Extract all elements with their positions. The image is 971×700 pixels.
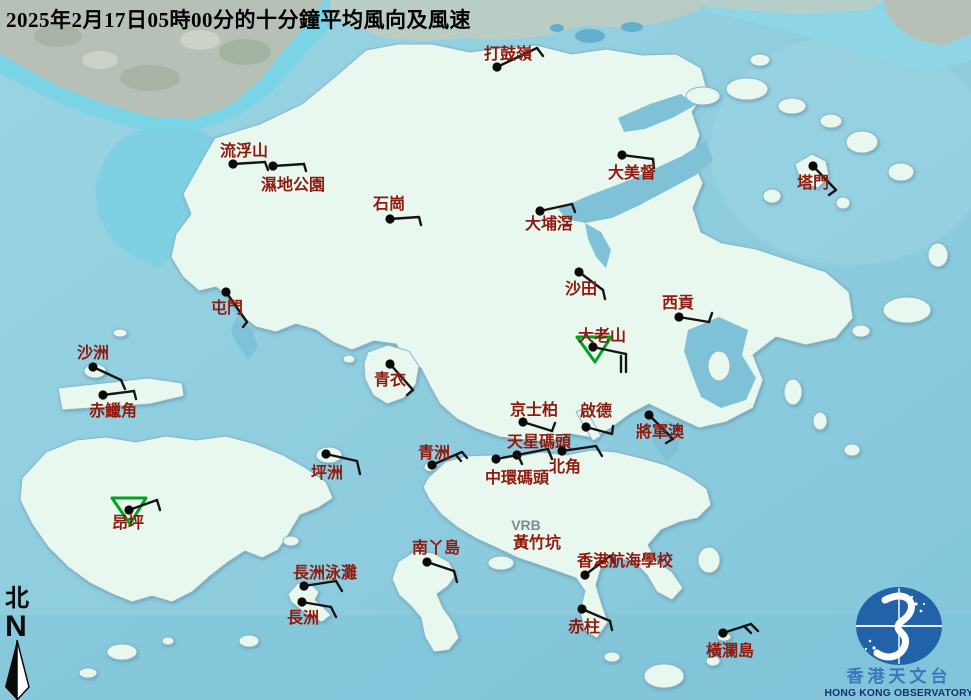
station-label: 昂坪 (112, 514, 144, 532)
islet (820, 114, 842, 128)
lung-kwu-chau (113, 329, 127, 337)
station-label: 大美督 (608, 163, 656, 182)
islet (604, 652, 620, 662)
station-label: 京士柏 (510, 400, 558, 419)
islet (784, 379, 802, 405)
station-label: 沙洲 (77, 344, 109, 362)
station-label: 大埔滘 (525, 214, 573, 233)
station-dot (557, 446, 566, 455)
station-label: 長洲泳灘 (293, 563, 357, 582)
hko-logo-name-en: HONG KONG OBSERVATORY (825, 688, 971, 699)
soko-islands (107, 644, 137, 660)
islet (846, 131, 878, 153)
station-label: 大老山 (578, 326, 626, 345)
station-dot (491, 454, 500, 463)
station-dot (577, 604, 586, 613)
islet (883, 297, 931, 323)
weather-map-screen: 打鼓嶺流浮山濕地公園石崗 大美督塔門大埔滘沙田屯門 西貢大老山沙洲赤鱲角 青衣京士柏 啟… (0, 0, 971, 700)
islet (836, 197, 850, 209)
reservoir (621, 22, 643, 32)
islet (763, 189, 781, 203)
map-title: 2025年2月17日05時00分的十分鐘平均風向及風速 (6, 4, 471, 34)
station-dot (808, 161, 817, 170)
station-dot (221, 287, 230, 296)
wind-barb (612, 426, 613, 434)
station-label: 赤鱲角 (89, 401, 137, 420)
station-label: 黃竹坑 (512, 533, 561, 552)
station-label: 沙田 (565, 280, 597, 298)
tung-lung-chau (698, 547, 720, 573)
hill-texture (120, 65, 180, 91)
station-label: 北角 (549, 457, 581, 476)
islet (79, 668, 97, 678)
kau-sai-chau (708, 351, 730, 381)
station-dot (268, 161, 277, 170)
station-label: 將軍澳 (636, 422, 685, 441)
station-label: 中環碼頭 (485, 468, 550, 487)
station-label: 石崗 (372, 194, 405, 213)
islet (928, 243, 948, 267)
station-label: 香港航海學校 (576, 551, 674, 570)
station-dot (124, 505, 133, 514)
station-dot (297, 597, 306, 606)
vrb-wind-label: VRB (511, 517, 541, 533)
station-dot (674, 312, 683, 321)
station-dot (228, 159, 237, 168)
station-label: 啟德 (580, 401, 612, 420)
station-dot (617, 150, 626, 159)
hill-texture (219, 39, 271, 65)
islet (813, 412, 827, 430)
station-dot (321, 449, 330, 458)
station-label: 長洲 (287, 609, 319, 627)
station-dot (98, 390, 107, 399)
islet (162, 637, 174, 645)
station-label: 橫瀾島 (706, 641, 754, 660)
ap-lei-chau (488, 556, 514, 570)
station-label: 西貢 (662, 294, 694, 312)
compass-north-cjk: 北 (5, 585, 29, 612)
islet (778, 98, 806, 114)
station-label: 打鼓嶺 (484, 44, 532, 63)
reservoir (550, 24, 564, 32)
station-label: 青衣 (374, 370, 406, 389)
ma-wan (343, 355, 355, 363)
islet (844, 444, 860, 456)
reservoir (575, 29, 605, 43)
station-dot (718, 628, 727, 637)
station-dot (574, 267, 583, 276)
station-label: 塔門 (797, 173, 829, 192)
station-dot (385, 359, 394, 368)
station-dot (580, 570, 589, 579)
islet (750, 54, 770, 66)
urban-texture (82, 51, 118, 69)
islet (852, 325, 870, 337)
hko-logo-name-cjk: 香港天文台 (847, 666, 952, 686)
hong-kong-wind-map: 打鼓嶺流浮山濕地公園石崗 大美督塔門大埔滘沙田屯門 西貢大老山沙洲赤鱲角 青衣京士柏 啟… (0, 0, 971, 700)
shek-kwu-chau (239, 635, 259, 647)
station-label: 南丫島 (412, 538, 460, 557)
station-dot (385, 214, 394, 223)
station-label: 濕地公園 (261, 175, 325, 194)
station-dot (492, 62, 501, 71)
hei-ling-chau (283, 536, 299, 546)
station-label: 流浮山 (220, 141, 268, 160)
islet (888, 163, 914, 181)
compass-north-letter: N (5, 610, 27, 643)
station-dot (299, 581, 308, 590)
station-dot (535, 206, 544, 215)
station-dot (581, 422, 590, 431)
station-label: 坪洲 (311, 464, 343, 482)
station-label: 屯門 (211, 298, 243, 317)
station-label: 赤柱 (568, 617, 600, 636)
station-label: 青洲 (418, 443, 450, 462)
compass-north: 北 N (5, 585, 29, 700)
station-dot (88, 362, 97, 371)
station-dot (422, 557, 431, 566)
po-toi-island (644, 664, 684, 688)
station-dot (644, 410, 653, 419)
islet (726, 78, 768, 100)
